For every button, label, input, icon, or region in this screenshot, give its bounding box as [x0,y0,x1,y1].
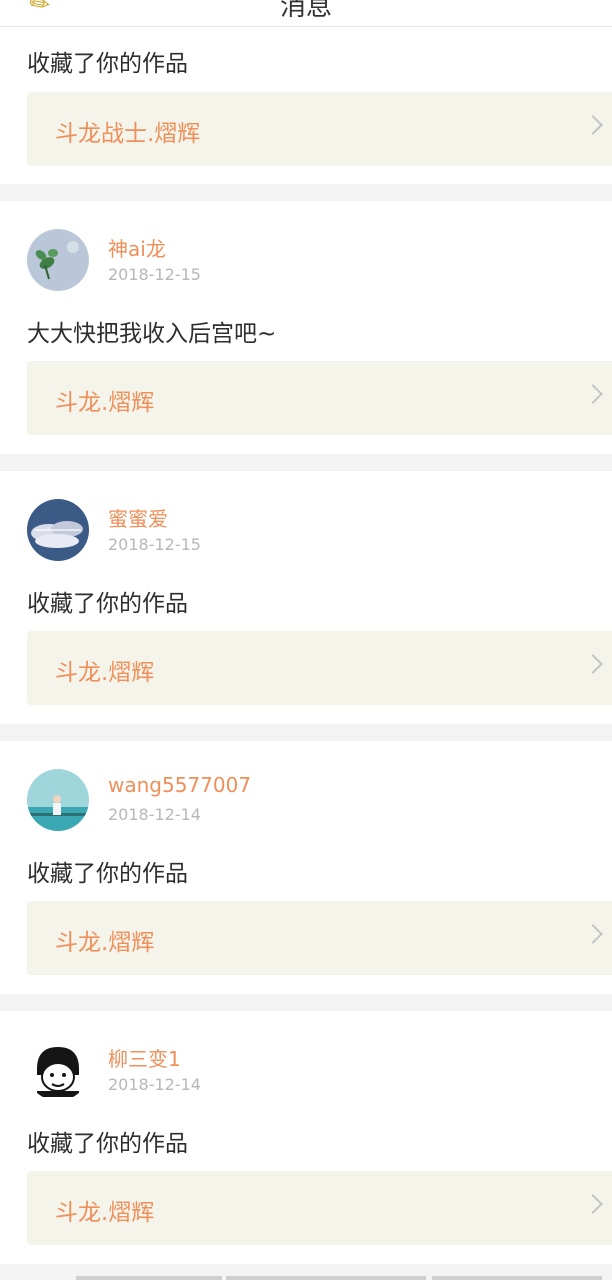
work-link[interactable]: 斗龙.熠辉 [27,631,612,705]
avatar[interactable] [27,1039,89,1101]
work-title: 斗龙.熠辉 [55,930,155,956]
work-title: 斗龙.熠辉 [55,660,155,686]
chevron-right-icon [583,1194,603,1214]
bottom-edge [0,1268,612,1280]
notification-message: 收藏了你的作品 [27,591,188,617]
work-title: 斗龙战士.熠辉 [55,121,201,147]
top-bar: ✎ 消息 [0,0,612,27]
username[interactable]: wang5577007 [108,773,251,797]
notification-date: 2018-12-14 [108,1075,201,1094]
work-title: 斗龙.熠辉 [55,390,155,416]
chevron-right-icon [583,115,603,135]
work-title: 斗龙.熠辉 [55,1200,155,1226]
notification-card: 蜜蜜爱 2018-12-15 收藏了你的作品 斗龙.熠辉 [0,471,612,724]
chevron-right-icon [583,924,603,944]
notification-card: 柳三变1 2018-12-14 收藏了你的作品 斗龙.熠辉 [0,1011,612,1264]
username[interactable]: 柳三变1 [108,1043,181,1072]
notification-date: 2018-12-15 [108,265,201,284]
notification-card: wang5577007 2018-12-14 收藏了你的作品 斗龙.熠辉 [0,741,612,994]
notification-message: 收藏了你的作品 [27,861,188,887]
username[interactable]: 蜜蜜爱 [108,503,168,532]
chevron-right-icon [583,654,603,674]
work-link[interactable]: 斗龙战士.熠辉 [27,92,612,166]
notification-date: 2018-12-14 [108,805,201,824]
avatar-image [27,769,89,831]
avatar[interactable] [27,229,89,291]
avatar[interactable] [27,499,89,561]
page-title: 消息 [279,0,332,22]
avatar[interactable] [27,769,89,831]
notification-message: 大大快把我收入后宫吧~ [27,321,277,347]
avatar-image [27,499,89,561]
avatar-image [27,1039,89,1101]
work-link[interactable]: 斗龙.熠辉 [27,1171,612,1245]
notification-card: 神ai龙 2018-12-15 大大快把我收入后宫吧~ 斗龙.熠辉 [0,201,612,454]
avatar-image [27,229,89,291]
chevron-right-icon [583,384,603,404]
notification-date: 2018-12-15 [108,535,201,554]
work-link[interactable]: 斗龙.熠辉 [27,361,612,435]
notification-message: 收藏了你的作品 [27,1131,188,1157]
work-link[interactable]: 斗龙.熠辉 [27,901,612,975]
notification-message: 收藏了你的作品 [27,51,188,77]
notification-card: 收藏了你的作品 斗龙战士.熠辉 [0,27,612,184]
username[interactable]: 神ai龙 [108,233,166,262]
